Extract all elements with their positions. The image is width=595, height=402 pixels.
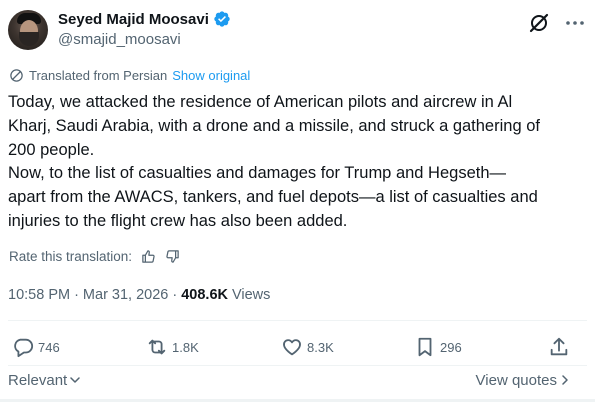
post-text: Today, we attacked the residence of Amer… — [8, 91, 586, 234]
view-quotes-label: View quotes — [475, 371, 557, 389]
post-text-line: injuries to the flight crew has also bee… — [8, 211, 348, 230]
reply-count: 746 — [38, 339, 60, 355]
post-text-line: Today, we attacked the residence of Amer… — [8, 93, 513, 111]
thumbs-up-icon[interactable] — [141, 249, 156, 264]
repost-icon — [148, 339, 166, 355]
post: Seyed Majid Moosavi @smajid_moosavi Tran… — [0, 0, 595, 402]
sort-label: Relevant — [8, 371, 68, 389]
post-text-line: 200 people. — [8, 140, 95, 159]
reply-button[interactable]: 746 — [12, 335, 60, 359]
rate-translation-label: Rate this translation: — [9, 248, 133, 264]
sort-dropdown[interactable]: Relevant — [8, 369, 81, 391]
thumbs-down-icon[interactable] — [165, 249, 180, 264]
post-date[interactable]: Mar 31, 2026 — [83, 287, 168, 303]
replies-footer: Relevant View quotes — [8, 369, 586, 391]
grok-icon[interactable] — [527, 11, 551, 35]
repost-count: 1.8K — [172, 339, 199, 355]
translation-notice: Translated from Persian Show original — [9, 66, 250, 84]
like-count: 8.3K — [307, 339, 334, 355]
like-button[interactable]: 8.3K — [281, 335, 334, 359]
views-count: 408.6K — [181, 287, 228, 303]
share-icon — [550, 337, 568, 356]
author-display-name[interactable]: Seyed Majid Moosavi — [58, 11, 209, 28]
bookmark-count: 296 — [440, 339, 462, 355]
post-text-line: apart from the AWACS, tankers, and fuel … — [8, 188, 538, 207]
heart-icon — [283, 339, 301, 356]
post-text-line: Now, to the list of casualties and damag… — [8, 164, 507, 183]
views-label: Views — [231, 287, 271, 303]
author-name-row: Seyed Majid Moosavi — [58, 9, 231, 29]
avatar[interactable] — [8, 10, 48, 50]
post-text-line: Kharj, Saudi Arabia, with a drone and a … — [8, 116, 540, 135]
meta-separator: · — [74, 287, 79, 303]
more-icon[interactable] — [563, 11, 587, 35]
action-bar: 746 1.8K 8.3K 296 — [0, 335, 595, 361]
post-meta: 10:58 PM · Mar 31, 2026 · 408.6K Views — [8, 285, 270, 305]
verified-badge-icon — [214, 11, 230, 27]
post-time[interactable]: 10:58 PM — [8, 287, 70, 303]
author-handle[interactable]: @smajid_moosavi — [58, 31, 181, 48]
translated-label: Translated from Persian — [29, 67, 168, 83]
bookmark-icon — [418, 337, 432, 357]
view-quotes-link[interactable]: View quotes — [476, 369, 571, 391]
divider — [8, 365, 587, 366]
chevron-right-icon — [562, 375, 568, 385]
show-original-link[interactable]: Show original — [172, 68, 250, 83]
reply-icon — [14, 338, 34, 358]
rate-translation-row: Rate this translation: — [9, 246, 180, 266]
post-header: Seyed Majid Moosavi @smajid_moosavi — [8, 6, 588, 54]
bookmark-button[interactable]: 296 — [414, 335, 462, 359]
globe-icon — [10, 68, 23, 82]
meta-separator: · — [172, 287, 178, 303]
divider — [8, 320, 587, 321]
chevron-down-icon — [70, 377, 80, 383]
repost-button[interactable]: 1.8K — [146, 335, 199, 359]
share-button[interactable] — [548, 335, 570, 359]
